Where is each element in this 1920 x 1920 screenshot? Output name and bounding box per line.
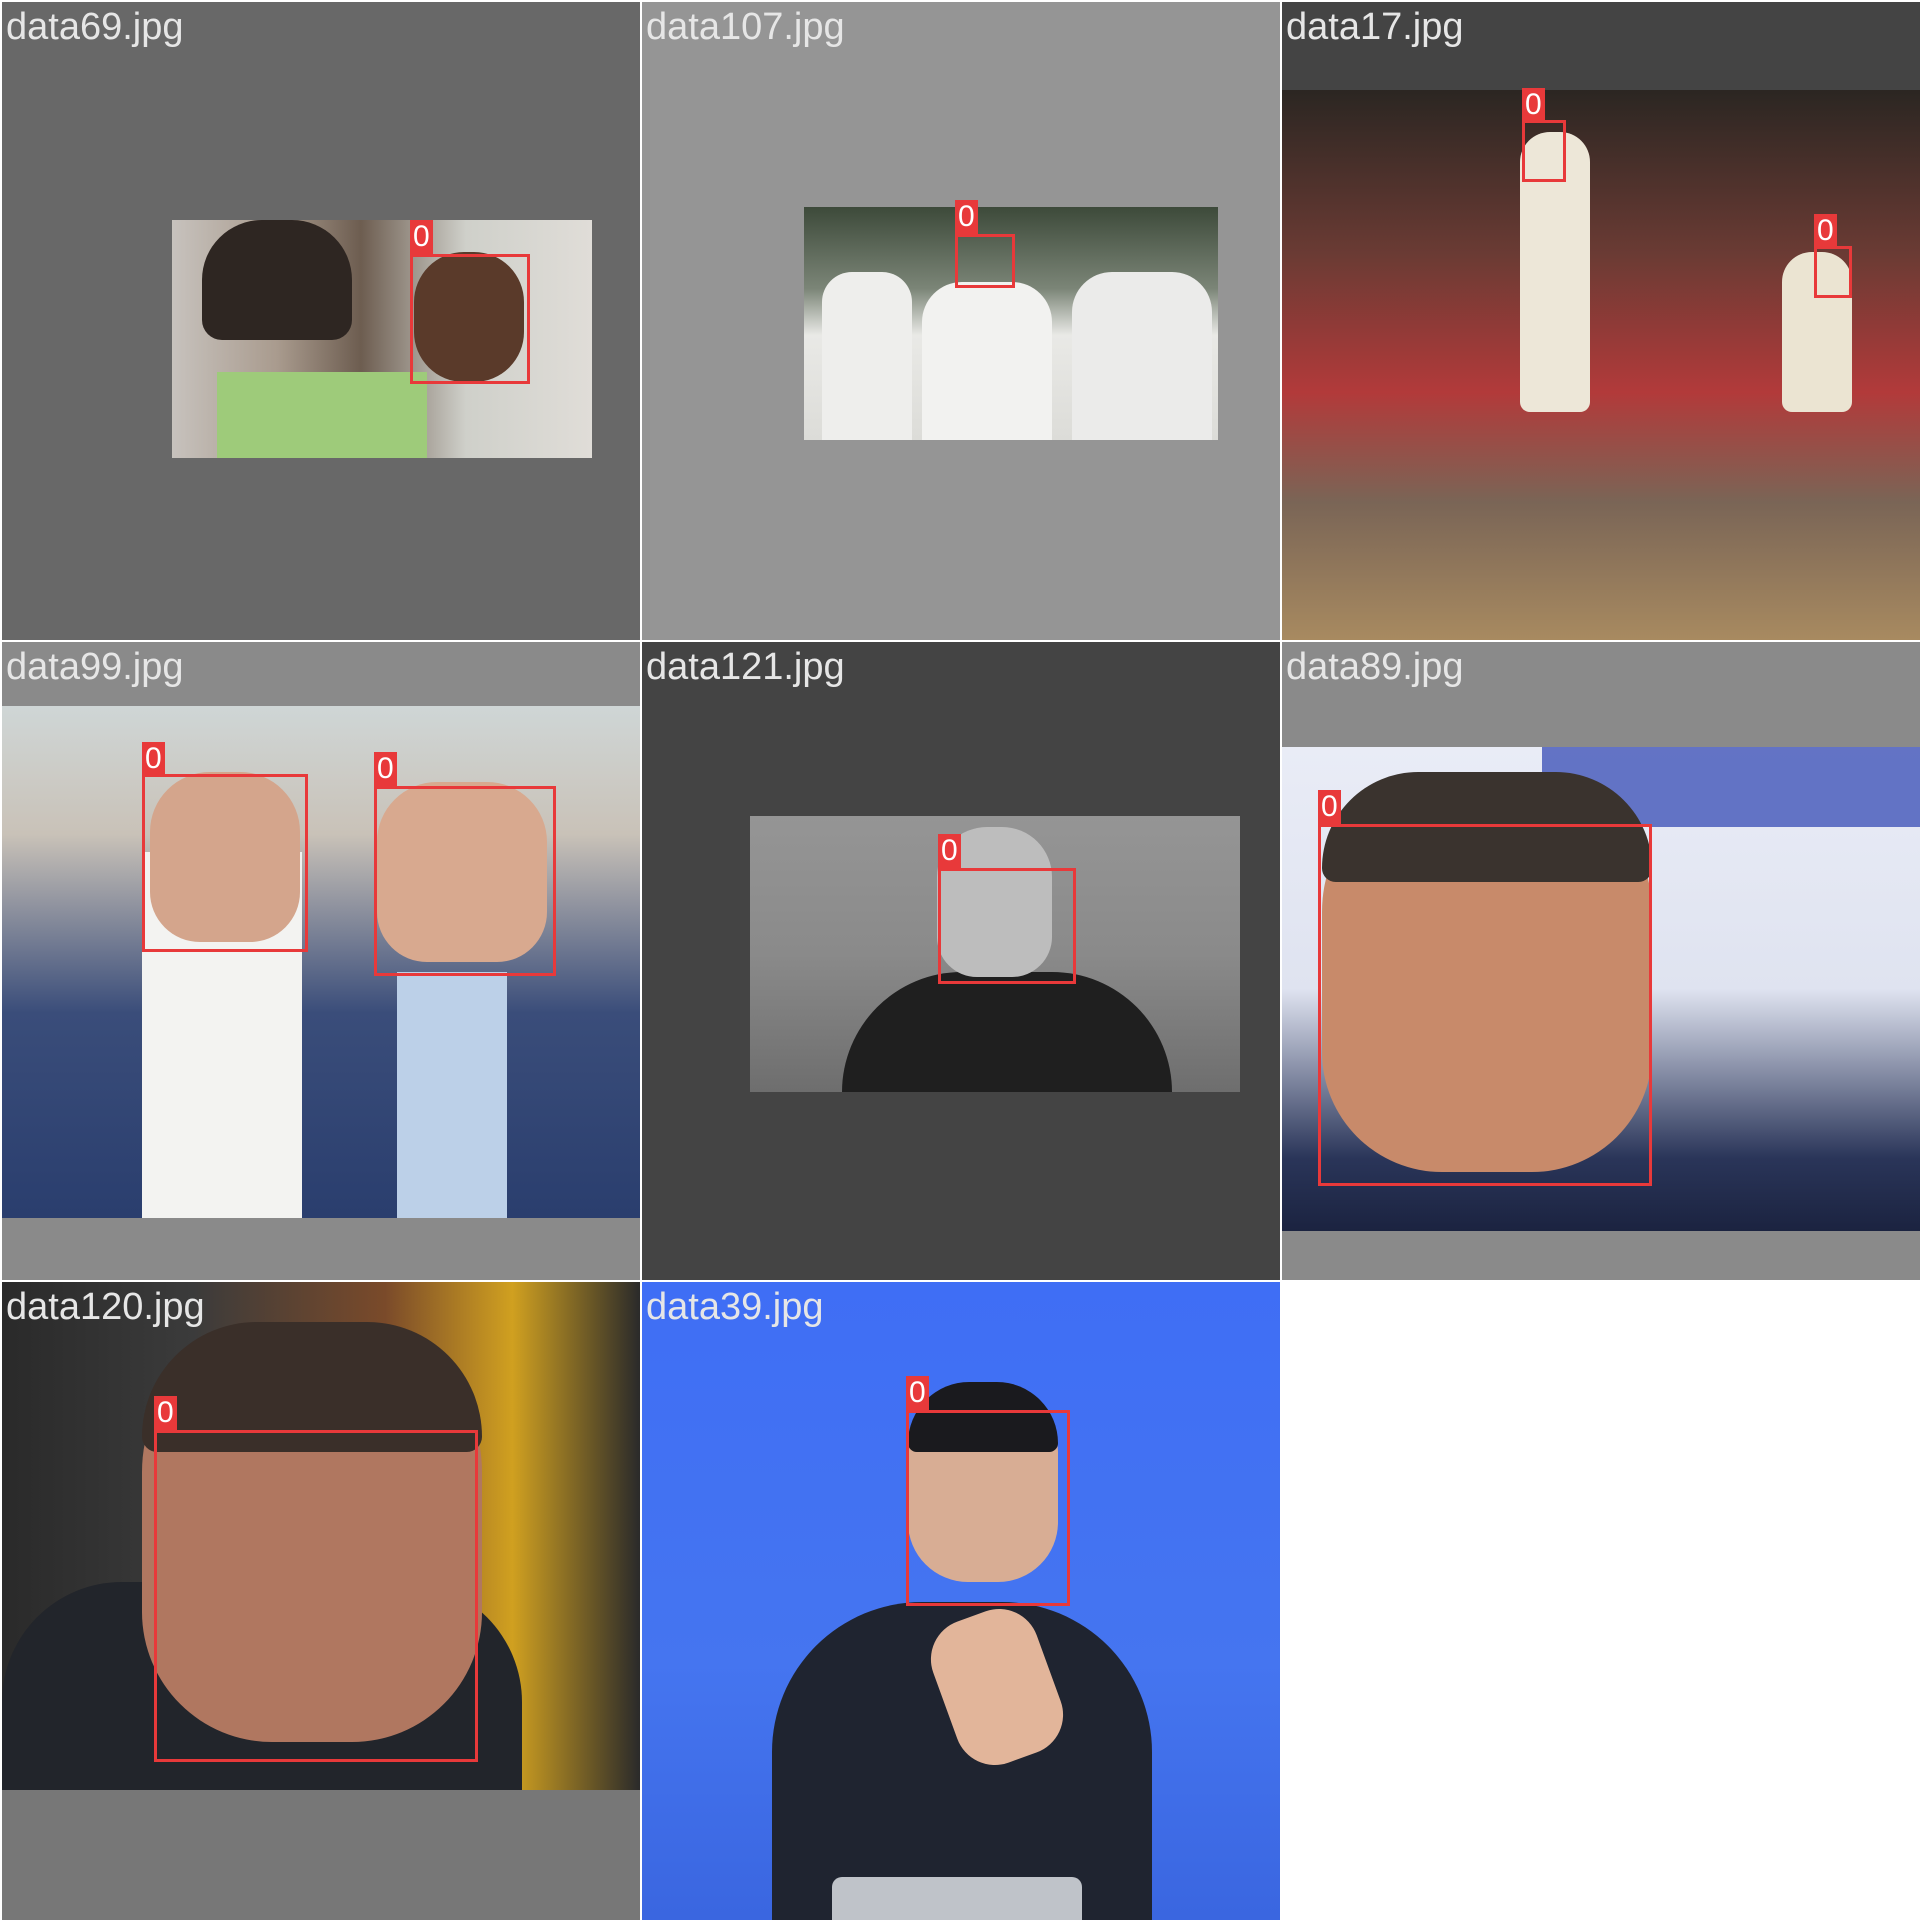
photo-detail bbox=[922, 282, 1052, 440]
detection-label: 0 bbox=[955, 200, 978, 234]
detection-box bbox=[1318, 824, 1652, 1186]
detection-label: 0 bbox=[374, 752, 397, 786]
filename-label: data89.jpg bbox=[1286, 646, 1464, 688]
detection-box bbox=[955, 234, 1015, 288]
image-tile: 0 data121.jpg bbox=[642, 642, 1280, 1280]
detection-box bbox=[154, 1430, 478, 1762]
detection-label: 0 bbox=[1522, 88, 1545, 122]
detection-box bbox=[938, 868, 1076, 984]
filename-label: data17.jpg bbox=[1286, 6, 1464, 48]
detection-label: 0 bbox=[410, 220, 433, 254]
image-tile: 0 data39.jpg bbox=[642, 1282, 1280, 1920]
detection-box bbox=[1814, 246, 1852, 298]
detection-mosaic: 0 data69.jpg 0 data107.jpg 0 0 data17.jp… bbox=[0, 0, 1920, 1920]
image-tile: 0 data107.jpg bbox=[642, 2, 1280, 640]
detection-label: 0 bbox=[142, 742, 165, 776]
filename-label: data120.jpg bbox=[6, 1286, 205, 1328]
detection-box bbox=[410, 254, 530, 384]
photo-detail bbox=[397, 972, 507, 1218]
detection-label: 0 bbox=[906, 1376, 929, 1410]
detection-box bbox=[374, 786, 556, 976]
image-tile: 0 0 data17.jpg bbox=[1282, 2, 1920, 640]
detection-label: 0 bbox=[1318, 790, 1341, 824]
filename-label: data99.jpg bbox=[6, 646, 184, 688]
detection-label: 0 bbox=[1814, 214, 1837, 248]
detection-box bbox=[142, 774, 308, 952]
image-tile: 0 data89.jpg bbox=[1282, 642, 1920, 1280]
detection-box bbox=[906, 1410, 1070, 1606]
photo-detail bbox=[1072, 272, 1212, 440]
detection-box bbox=[1522, 120, 1566, 182]
detection-label: 0 bbox=[154, 1396, 177, 1430]
filename-label: data107.jpg bbox=[646, 6, 845, 48]
photo-detail bbox=[202, 220, 352, 340]
filename-label: data69.jpg bbox=[6, 6, 184, 48]
photo-detail bbox=[822, 272, 912, 440]
image-tile: 0 data69.jpg bbox=[2, 2, 640, 640]
filename-label: data121.jpg bbox=[646, 646, 845, 688]
photo-detail bbox=[832, 1877, 1082, 1920]
filename-label: data39.jpg bbox=[646, 1286, 824, 1328]
image-tile: 0 data120.jpg bbox=[2, 1282, 640, 1920]
detection-label: 0 bbox=[938, 834, 961, 868]
photo-detail bbox=[217, 372, 427, 458]
image-tile: 0 0 data99.jpg bbox=[2, 642, 640, 1280]
